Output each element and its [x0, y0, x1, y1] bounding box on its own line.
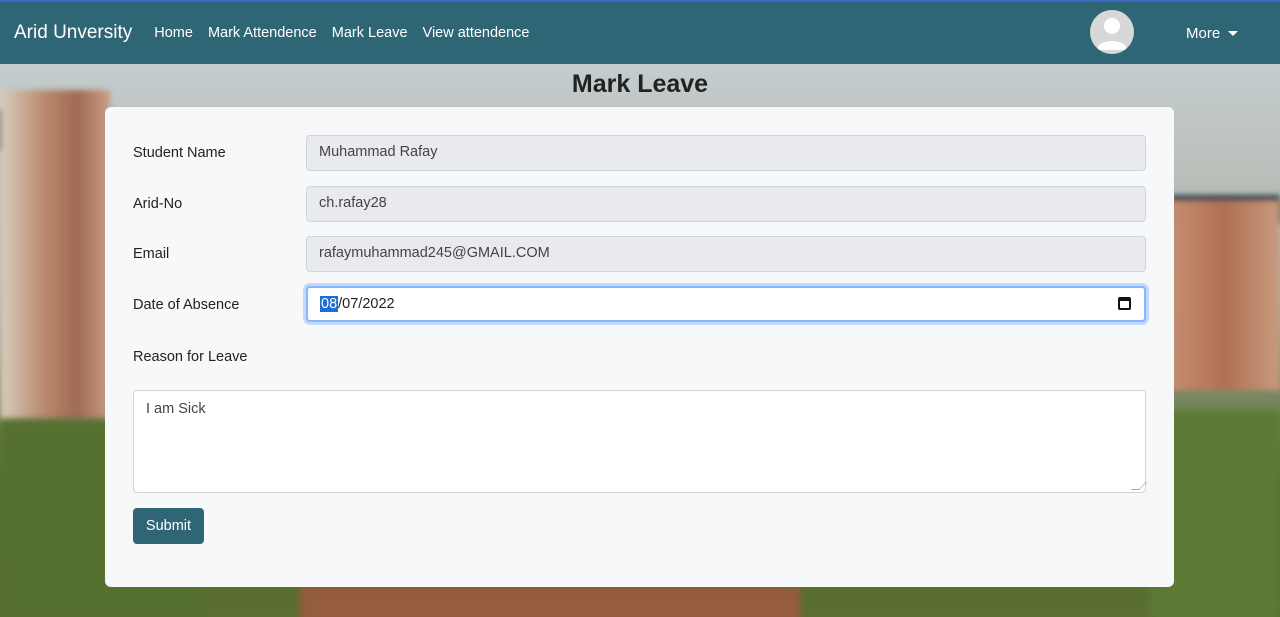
nav-link-home[interactable]: Home — [154, 25, 193, 41]
background-building-left — [0, 90, 110, 420]
more-label: More — [1186, 25, 1221, 42]
brand-title[interactable]: Arid Unversity — [14, 22, 132, 44]
nav-link-mark-leave[interactable]: Mark Leave — [332, 25, 408, 41]
email-label: Email — [133, 246, 170, 262]
student-name-field[interactable]: Muhammad Rafay — [306, 135, 1146, 171]
arid-no-label: Arid-No — [133, 196, 183, 212]
reason-textarea[interactable]: I am Sick — [133, 390, 1147, 493]
date-of-absence-label: Date of Absence — [133, 297, 240, 313]
user-avatar-icon[interactable] — [1090, 10, 1134, 54]
nav-link-view-attendence[interactable]: View attendence — [423, 25, 530, 41]
nav-link-mark-attendence[interactable]: Mark Attendence — [208, 25, 317, 41]
top-navbar: Arid Unversity Home Mark Attendence Mark… — [0, 0, 1280, 64]
date-rest-segment[interactable]: /07/2022 — [338, 296, 394, 312]
date-of-absence-input[interactable]: 08/07/2022 — [306, 286, 1146, 322]
leave-form-card: Student Name Muhammad Rafay Arid-No ch.r… — [105, 107, 1174, 587]
page-title: Mark Leave — [571, 70, 709, 98]
email-field[interactable]: rafaymuhammad245@GMAIL.COM — [306, 236, 1146, 272]
reason-label: Reason for Leave — [133, 349, 248, 365]
background-building-right — [1170, 200, 1280, 390]
nav-links: Home Mark Attendence Mark Leave View att… — [154, 25, 544, 41]
background-path — [300, 585, 800, 617]
submit-button[interactable]: Submit — [133, 508, 204, 544]
reason-text: I am Sick — [146, 401, 206, 417]
chevron-down-icon — [1228, 31, 1239, 36]
resize-grip-icon[interactable] — [1131, 482, 1147, 490]
arid-no-field[interactable]: ch.rafay28 — [306, 186, 1146, 222]
student-name-label: Student Name — [133, 145, 226, 161]
calendar-icon[interactable] — [1118, 297, 1131, 310]
more-dropdown[interactable]: More — [1186, 25, 1239, 42]
date-month-segment[interactable]: 08 — [320, 296, 339, 312]
